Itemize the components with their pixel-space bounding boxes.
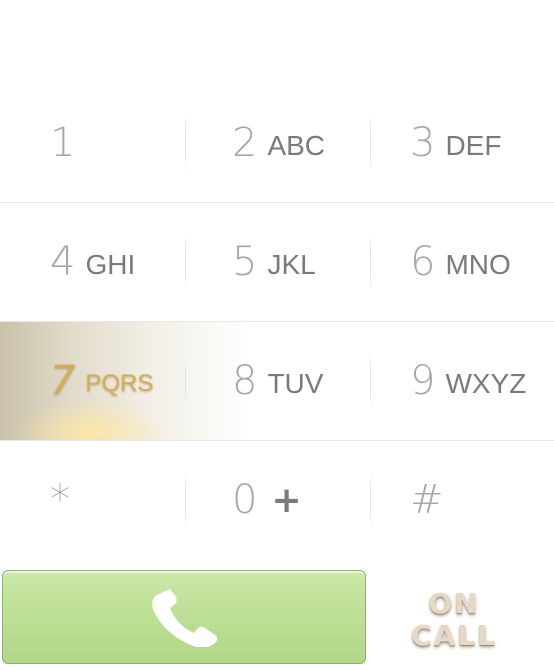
key-divider	[370, 114, 371, 172]
key-digit: #	[410, 477, 444, 523]
key-letters: WXYZ	[445, 368, 527, 399]
key-divider	[185, 233, 186, 291]
key-letters: TUV	[267, 368, 324, 399]
key-digit: 4	[50, 239, 76, 285]
on-call-indicator[interactable]: ON CALL	[392, 580, 516, 660]
key-digit: *	[50, 477, 70, 523]
key-divider	[370, 471, 371, 529]
keypad-row: 4 GHI 5 JKL 6 MNO	[0, 203, 554, 322]
keypad-row: * 0 + #	[0, 441, 554, 559]
keypad-row: 7 PQRS 8 TUV 9 WXYZ	[0, 322, 554, 441]
key-divider	[185, 114, 186, 172]
key-1[interactable]: 1	[50, 84, 85, 202]
key-letters: PQRS	[85, 370, 154, 397]
key-divider	[185, 471, 186, 529]
key-2[interactable]: 2 ABC	[232, 84, 325, 202]
key-7[interactable]: 7 PQRS	[50, 322, 153, 440]
key-digit: 2	[232, 120, 258, 166]
on-call-line2: CALL	[411, 619, 497, 652]
key-divider	[370, 352, 371, 410]
key-digit: 0	[232, 477, 258, 523]
key-star[interactable]: *	[50, 441, 70, 559]
key-digit: 6	[410, 239, 436, 285]
key-letters: DEF	[445, 130, 502, 161]
key-digit: 7	[50, 358, 76, 404]
key-3[interactable]: 3 DEF	[410, 84, 501, 202]
key-digit: 1	[50, 120, 76, 166]
key-divider	[185, 352, 186, 410]
key-digit: 3	[410, 120, 436, 166]
phone-handset-icon	[152, 589, 218, 647]
key-digit: 9	[410, 358, 436, 404]
key-letters: +	[271, 479, 302, 521]
dial-keypad: 1 2 ABC 3 DEF 4 GHI 5 JKL 6 MNO 7 PQRS 8…	[0, 84, 554, 559]
key-4[interactable]: 4 GHI	[50, 203, 135, 321]
call-button[interactable]	[2, 570, 366, 664]
key-9[interactable]: 9 WXYZ	[410, 322, 526, 440]
key-digit: 8	[232, 358, 258, 404]
key-letters: ABC	[267, 130, 326, 161]
key-5[interactable]: 5 JKL	[232, 203, 316, 321]
key-0[interactable]: 0 +	[232, 441, 302, 559]
key-divider	[370, 233, 371, 291]
key-hash[interactable]: #	[410, 441, 444, 559]
on-call-line1: ON	[428, 587, 480, 620]
key-8[interactable]: 8 TUV	[232, 322, 323, 440]
key-digit: 5	[232, 239, 258, 285]
key-letters: MNO	[445, 249, 511, 280]
keypad-row: 1 2 ABC 3 DEF	[0, 84, 554, 203]
key-6[interactable]: 6 MNO	[410, 203, 511, 321]
key-letters: GHI	[85, 249, 136, 280]
key-letters: JKL	[267, 249, 316, 280]
